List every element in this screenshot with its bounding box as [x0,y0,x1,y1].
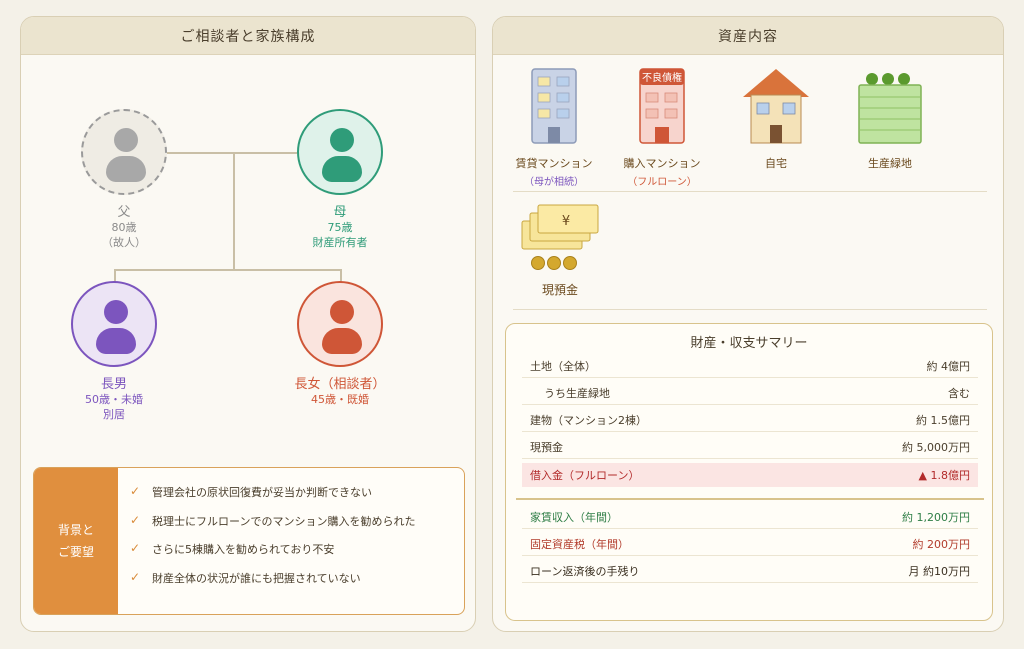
tree-line-trunk [233,152,235,270]
member-daughter: 長女（相談者） 45歳・既婚 [267,281,413,407]
father-avatar [81,109,167,195]
list-item: ✓ 管理会社の原状回復費が妥当か判断できない [130,484,372,499]
background-list: ✓ 管理会社の原状回復費が妥当か判断できない ✓ 税理士にフルローンでのマンション購… [130,484,456,598]
tree-line-parents [167,152,297,154]
background-box: 背景と ご要望 ✓ 管理会社の原状回復費が妥当か判断できない ✓ 税理士にフルローン… [33,467,465,615]
yen-sign: ¥ [562,214,570,229]
bad-debt-sign: 不良債権 [642,71,682,84]
daughter-avatar [297,281,383,367]
son-note: 別居 [103,408,125,421]
family-panel: ご相談者と家族構成 父 80歳 （故人） 母 75歳 財産所有者 長男 50歳・… [20,16,476,632]
member-mother: 母 75歳 財産所有者 [297,109,383,250]
assets-divider-2 [513,309,987,310]
mother-name: 母 [333,205,347,220]
assets-panel-title: 資産内容 [493,17,1003,55]
check-icon: ✓ [130,484,141,498]
summary-row-farmland: うち生産緑地 含む [522,381,978,405]
tree-line-children [114,269,341,271]
member-son: 長男 50歳・未婚 別居 [71,281,157,422]
check-icon: ✓ [130,569,141,584]
father-name: 父 [117,205,131,220]
list-item: ✓ さらに5棟購入を勧められており不安 [130,541,335,556]
summary-row-buildings: 建物（マンション2棟） 約 1.5億円 [522,408,978,432]
purchased-building-icon: 不良債権 [639,68,685,144]
summary-row-rent-income: 家賃収入（年間） 約 1,200万円 [522,505,978,529]
person-icon [330,300,354,324]
cash-icon: ¥ [521,204,599,270]
summary-row-property-tax: 固定資産税（年間） 約 200万円 [522,532,978,556]
check-icon: ✓ [130,512,141,527]
mother-avatar [297,109,383,195]
check-icon: ✓ [130,541,141,555]
daughter-age: 45歳・既婚 [311,393,369,406]
summary-box: 財産・収支サマリー 土地（全体） 約 4億円 うち生産緑地 含む 建物（マンショ… [505,323,993,621]
son-age: 50歳・未婚 [85,393,143,406]
asset-rental-apartment: 賃貸マンション （母が相続） [509,67,599,188]
father-age: 80歳 [111,221,137,234]
farmland-icon [858,73,922,144]
son-avatar [71,281,157,367]
summary-row-cash: 現預金 約 5,000万円 [522,435,978,459]
list-item: ✓ 税理士にフルローンでのマンション購入を勧められた [130,512,416,528]
asset-purchased-apartment: 不良債権 購入マンション （フルローン） [617,67,707,188]
assets-divider-1 [513,191,987,192]
summary-row-land: 土地（全体） 約 4億円 [522,354,978,378]
person-icon [330,128,354,152]
asset-home: 自宅 [731,67,821,171]
daughter-name: 長女（相談者） [294,377,386,392]
house-icon [743,69,809,144]
summary-row-net-monthly: ローン返済後の手残り 月 約10万円 [522,559,978,583]
summary-title: 財産・収支サマリー [690,336,808,351]
member-father: 父 80歳 （故人） [81,109,167,250]
rental-building-icon [531,68,577,144]
mother-age: 75歳 [327,221,353,234]
assets-panel: 資産内容 賃貸マンション （母が相続） 不良債権 購入マンション （フルローン）… [492,16,1004,632]
list-item: ✓ 財産全体の状況が誰にも把握されていない [130,569,361,585]
father-note: （故人） [102,236,146,249]
asset-farmland: 生産緑地 [845,71,935,171]
person-icon [104,300,128,324]
mother-note: 財産所有者 [312,236,368,249]
asset-cash: ¥ 現預金 [515,203,605,298]
son-name: 長男 [100,377,127,392]
summary-separator [516,498,984,500]
summary-row-loan: 借入金（フルローン） ▲ 1.8億円 [522,463,978,487]
family-panel-title: ご相談者と家族構成 [21,17,475,55]
person-icon [114,128,138,152]
background-label: 背景と ご要望 [34,468,118,614]
